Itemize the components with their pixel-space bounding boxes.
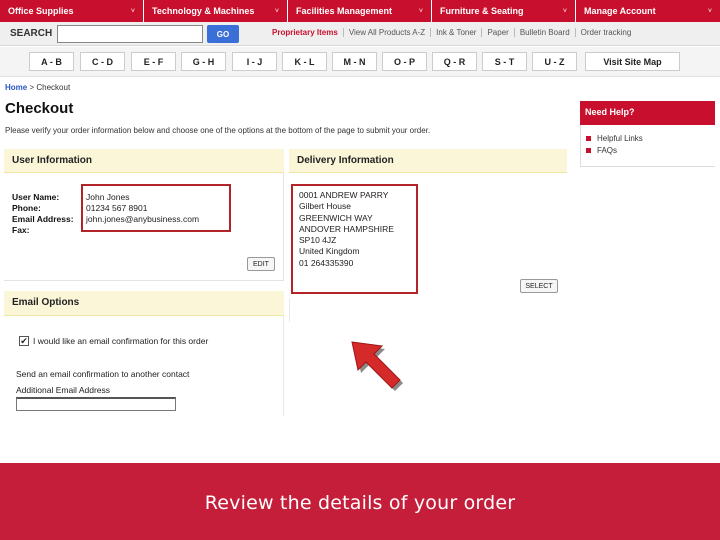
field-label: Email Address: xyxy=(12,214,74,224)
caption-text: Review the details of your order xyxy=(204,492,516,514)
nav-label: Facilities Management xyxy=(296,6,393,16)
alpha-s-t[interactable]: S - T xyxy=(482,52,527,71)
divider xyxy=(289,298,290,322)
delivery-info-highlight xyxy=(291,184,418,294)
email-options-heading: Email Options xyxy=(4,291,284,316)
email-confirmation-checkbox[interactable]: ✔ xyxy=(19,336,29,346)
top-navigation: Office Supplies ˅ Technology & Machines ˅ … xyxy=(0,0,720,22)
pointer-arrow-icon xyxy=(351,341,403,391)
page-title: Checkout xyxy=(5,100,74,117)
top-links: Proprietary Items View All Products A-Z … xyxy=(268,28,636,37)
help-link-helpful-links[interactable]: Helpful Links xyxy=(586,134,643,143)
search-input[interactable] xyxy=(57,25,203,43)
link-ink-toner[interactable]: Ink & Toner xyxy=(430,28,481,37)
breadcrumb-separator: > xyxy=(29,83,35,92)
divider xyxy=(283,316,284,416)
breadcrumb-home[interactable]: Home xyxy=(5,83,27,92)
nav-technology-machines[interactable]: Technology & Machines ˅ xyxy=(144,0,288,22)
need-help-panel: Helpful Links FAQs xyxy=(580,125,715,167)
need-help-heading: Need Help? xyxy=(580,101,715,125)
additional-email-label: Additional Email Address xyxy=(16,385,111,395)
nav-label: Manage Account xyxy=(584,6,656,16)
alpha-i-j[interactable]: I - J xyxy=(232,52,277,71)
nav-label: Technology & Machines xyxy=(152,6,255,16)
visit-site-map-button[interactable]: Visit Site Map xyxy=(585,52,680,71)
nav-label: Furniture & Seating xyxy=(440,6,524,16)
nav-office-supplies[interactable]: Office Supplies ˅ xyxy=(0,0,144,22)
additional-email-input[interactable] xyxy=(16,397,176,411)
user-info-heading: User Information xyxy=(4,149,284,173)
chevron-down-icon: ˅ xyxy=(562,7,567,15)
other-contact-text: Send an email confirmation to another co… xyxy=(16,369,190,379)
delivery-info-heading: Delivery Information xyxy=(289,149,567,173)
help-link-faqs[interactable]: FAQs xyxy=(586,146,617,155)
caption-band: Review the details of your order xyxy=(0,463,720,540)
alpha-q-r[interactable]: Q - R xyxy=(432,52,477,71)
nav-furniture-seating[interactable]: Furniture & Seating ˅ xyxy=(432,0,576,22)
user-info-highlight xyxy=(81,184,231,232)
field-label: Fax: xyxy=(12,225,30,235)
alpha-k-l[interactable]: K - L xyxy=(282,52,327,71)
chevron-down-icon: ˅ xyxy=(707,7,712,15)
nav-manage-account[interactable]: Manage Account ˅ xyxy=(576,0,720,22)
select-address-button[interactable]: SELECT xyxy=(520,279,558,293)
breadcrumb-current: Checkout xyxy=(36,83,71,92)
help-link-label: FAQs xyxy=(597,146,618,155)
alpha-m-n[interactable]: M - N xyxy=(332,52,377,71)
link-proprietary-items[interactable]: Proprietary Items xyxy=(268,28,343,37)
field-label: User Name: xyxy=(12,192,60,202)
link-view-all-products[interactable]: View All Products A-Z xyxy=(342,28,430,37)
link-paper[interactable]: Paper xyxy=(481,28,513,37)
link-bulletin-board[interactable]: Bulletin Board xyxy=(513,28,575,37)
go-button[interactable]: GO xyxy=(207,25,239,43)
chevron-down-icon: ˅ xyxy=(274,7,279,15)
bullet-icon xyxy=(586,136,591,141)
email-confirmation-label: I would like an email confirmation for t… xyxy=(33,336,209,346)
search-label: SEARCH xyxy=(10,28,53,39)
link-order-tracking[interactable]: Order tracking xyxy=(574,28,637,37)
alpha-g-h[interactable]: G - H xyxy=(181,52,226,71)
alpha-u-z[interactable]: U - Z xyxy=(532,52,577,71)
alpha-c-d[interactable]: C - D xyxy=(80,52,125,71)
nav-facilities-management[interactable]: Facilities Management ˅ xyxy=(288,0,432,22)
field-label: Phone: xyxy=(12,203,41,213)
edit-user-button[interactable]: EDIT xyxy=(247,257,275,271)
alpha-e-f[interactable]: E - F xyxy=(131,52,176,71)
breadcrumb: Home > Checkout xyxy=(5,83,70,92)
nav-label: Office Supplies xyxy=(8,6,74,16)
help-link-label: Helpful Links xyxy=(597,134,643,143)
alpha-o-p[interactable]: O - P xyxy=(382,52,427,71)
instructions-text: Please verify your order information bel… xyxy=(5,126,431,135)
chevron-down-icon: ˅ xyxy=(130,7,135,15)
alphabet-index: A - B C - D E - F G - H I - J K - L M - … xyxy=(0,47,720,77)
chevron-down-icon: ˅ xyxy=(418,7,423,15)
bullet-icon xyxy=(586,148,591,153)
search-bar: SEARCH GO Proprietary Items View All Pro… xyxy=(0,22,720,46)
alpha-a-b[interactable]: A - B xyxy=(29,52,74,71)
